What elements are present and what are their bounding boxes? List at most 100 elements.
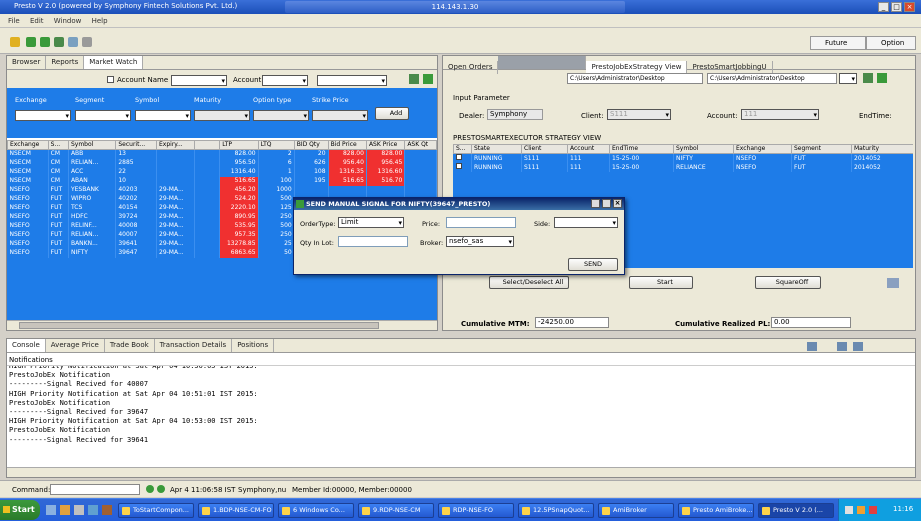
quicklaunch-icon-5[interactable] <box>102 505 112 515</box>
tab-average-price[interactable]: Average Price <box>46 339 105 352</box>
tray-icon-1[interactable] <box>845 506 853 514</box>
console-pin-icon[interactable] <box>837 342 847 351</box>
tab-browser[interactable]: Browser <box>7 56 47 69</box>
option-type-select[interactable] <box>253 110 309 121</box>
dialog-close-button[interactable]: × <box>613 199 622 208</box>
side-select[interactable] <box>554 217 618 228</box>
menu-window[interactable]: Window <box>54 14 82 28</box>
start-button[interactable]: Start <box>0 500 40 520</box>
tab-trade-book[interactable]: Trade Book <box>105 339 155 352</box>
path-select[interactable] <box>839 73 857 84</box>
account-select[interactable]: 111 <box>741 109 819 120</box>
extra-select[interactable] <box>317 75 387 86</box>
tab-market-watch[interactable]: Market Watch <box>84 56 144 69</box>
account-name-select[interactable] <box>171 75 227 86</box>
strike-price-select[interactable] <box>312 110 368 121</box>
tab-positions[interactable]: Positions <box>232 339 275 352</box>
table-row[interactable]: NSECM CM ABAN 10 516.65 100 195 516.65 516.70 <box>7 176 437 186</box>
mw-col-header[interactable]: ASK Qt <box>404 140 437 150</box>
taskbar-item-8[interactable]: Presto AmiBroke... <box>678 503 754 518</box>
tab-open-orders[interactable]: Open Orders <box>443 61 499 74</box>
maximize-button[interactable]: □ <box>891 2 902 12</box>
menu-help[interactable]: Help <box>92 14 108 28</box>
scroll-thumb[interactable] <box>19 322 379 329</box>
table-row[interactable]: RUNNING S111 111 15-25-00 RELIANCE NSEFO FUT 20… <box>453 163 913 172</box>
dealer-field[interactable]: Symphony <box>487 109 543 120</box>
taskbar-item-3[interactable]: 6 Windows Co... <box>278 503 354 518</box>
print-icon[interactable] <box>82 37 92 47</box>
table-row[interactable]: RUNNING S111 111 15-25-00 NIFTY NSEFO FUT 20140… <box>453 153 913 163</box>
account-name-checkbox[interactable] <box>107 76 114 83</box>
taskbar-item-7[interactable]: AmiBroker <box>598 503 674 518</box>
console-open-icon[interactable] <box>853 342 863 351</box>
refresh-icon[interactable] <box>40 37 50 47</box>
mw-col-header[interactable]: Bid Price <box>327 140 367 150</box>
menu-edit[interactable]: Edit <box>30 14 44 28</box>
row-checkbox[interactable] <box>453 153 472 163</box>
taskbar-item-5[interactable]: RDP-NSE-FO <box>438 503 514 518</box>
checkbox-box[interactable] <box>455 154 462 160</box>
export-icon[interactable] <box>409 74 419 84</box>
perspective-future[interactable]: Future <box>810 36 866 50</box>
perspective-option[interactable]: Option <box>866 36 916 50</box>
mw-col-header[interactable]: ASK Price <box>365 140 406 150</box>
strategy-col-header[interactable]: State <box>471 144 522 154</box>
ordertype-select[interactable]: Limit <box>338 217 404 228</box>
path-field-2[interactable]: C:\Users\Administrator\Desktop <box>707 73 837 84</box>
console-display-icon[interactable] <box>807 342 817 351</box>
excel-icon[interactable] <box>423 74 433 84</box>
taskbar-item-4[interactable]: 9.RDP-NSE-CM <box>358 503 434 518</box>
client-select[interactable]: S111 <box>607 109 671 120</box>
strategy-col-header[interactable]: Maturity <box>851 144 913 154</box>
table-row[interactable]: NSECM CM RELIAN... 2885 956.50 6 626 956.40 956.… <box>7 158 437 168</box>
quicklaunch-icon-1[interactable] <box>46 505 56 515</box>
command-input[interactable] <box>50 484 140 495</box>
start-button[interactable]: Start <box>629 276 693 289</box>
account-select[interactable] <box>262 75 308 86</box>
table-row[interactable]: NSEFO FUT YESBANK 40203 29-MA... 456.20 1000 <box>7 185 437 195</box>
mw-col-header[interactable]: BID Qty <box>293 140 329 150</box>
strategy-col-header[interactable]: Symbol <box>673 144 734 154</box>
mw-col-header[interactable]: S... <box>47 140 69 150</box>
mw-col-header[interactable]: Securit... <box>115 140 157 150</box>
mw-col-header[interactable]: Expiry... <box>155 140 196 150</box>
settings-icon[interactable] <box>68 37 78 47</box>
strategy-col-header[interactable]: Exchange <box>733 144 792 154</box>
save-file-icon[interactable] <box>877 73 887 83</box>
menu-file[interactable]: File <box>8 14 20 28</box>
chart-icon[interactable] <box>54 37 64 47</box>
open-icon[interactable] <box>10 37 20 47</box>
tab-transaction-details[interactable]: Transaction Details <box>155 339 233 352</box>
mw-col-header[interactable]: LTQ <box>257 140 295 150</box>
tray-icon-2[interactable] <box>857 506 865 514</box>
connect-icon[interactable] <box>26 37 36 47</box>
symbol-select[interactable] <box>135 110 191 121</box>
checkbox-box[interactable] <box>455 163 462 169</box>
close-button[interactable]: × <box>904 2 915 12</box>
open-file-icon[interactable] <box>863 73 873 83</box>
minimize-button[interactable]: _ <box>878 2 889 12</box>
row-checkbox[interactable] <box>453 163 472 172</box>
maturity-select[interactable] <box>194 110 250 121</box>
quicklaunch-icon-3[interactable] <box>74 505 84 515</box>
strategy-col-header[interactable]: S... <box>453 144 472 154</box>
console-scrollbar[interactable] <box>7 467 915 477</box>
table-row[interactable]: NSECM CM ACC 22 1316.40 1 108 1316.35 1316.60 <box>7 167 437 177</box>
mw-col-header[interactable]: LTP <box>219 140 259 150</box>
taskbar-item-1[interactable]: ToStartCompon... <box>118 503 194 518</box>
taskbar-item-9[interactable]: Presto V 2.0 (... <box>758 503 834 518</box>
tab-hidden[interactable] <box>498 56 587 69</box>
quicklaunch-icon-2[interactable] <box>60 505 70 515</box>
strategy-col-header[interactable]: EndTime <box>609 144 674 154</box>
mw-col-header[interactable]: Exchange <box>7 140 49 150</box>
add-button[interactable]: Add <box>375 107 409 120</box>
tab-reports[interactable]: Reports <box>46 56 85 69</box>
taskbar-item-6[interactable]: 12.5PSnapQuot... <box>518 503 594 518</box>
mw-col-header[interactable]: Symbol <box>67 140 117 150</box>
settings-icon[interactable] <box>887 278 899 288</box>
horizontal-scrollbar[interactable] <box>7 320 437 330</box>
quicklaunch-icon-4[interactable] <box>88 505 98 515</box>
dialog-minimize-button[interactable] <box>591 199 600 208</box>
segment-select[interactable] <box>75 110 131 121</box>
qty-input[interactable] <box>338 236 408 247</box>
